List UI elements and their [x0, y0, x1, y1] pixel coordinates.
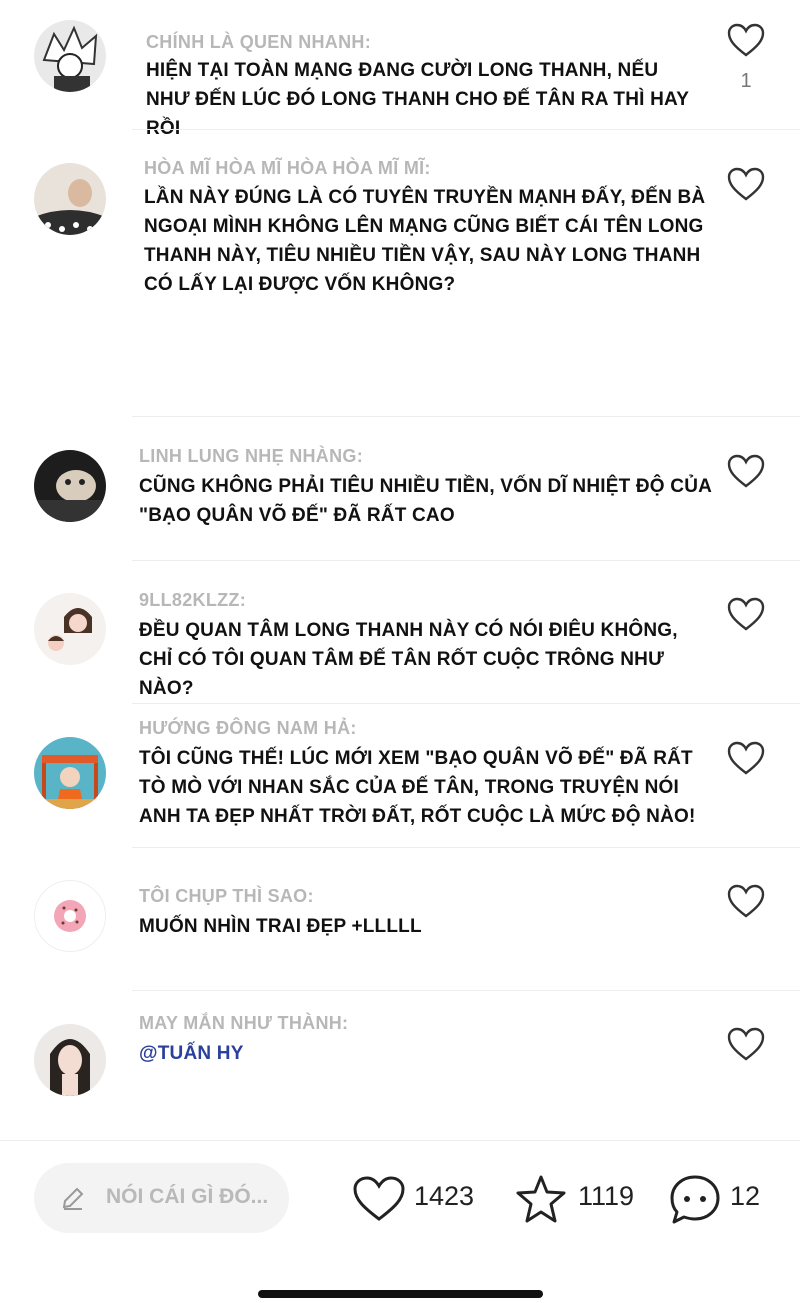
- comment-stat-button[interactable]: 12: [668, 1171, 768, 1227]
- favorite-stat-button[interactable]: 1119: [514, 1171, 644, 1227]
- comment-text: Tôi cũng thế! Lúc mới xem "Bạo Quân Võ Đ…: [139, 748, 696, 827]
- avatar[interactable]: [34, 880, 106, 952]
- avatar[interactable]: [34, 737, 106, 809]
- avatar[interactable]: [34, 20, 106, 92]
- divider: [132, 560, 800, 561]
- divider: [132, 847, 800, 848]
- comment-input-placeholder: Nói cái gì đó...: [106, 1185, 269, 1208]
- heart-icon[interactable]: [726, 453, 766, 489]
- like-count: 1423: [414, 1181, 475, 1211]
- comment-username[interactable]: Linh Lung Nhẹ Nhàng:: [139, 446, 363, 467]
- heart-icon[interactable]: [726, 740, 766, 776]
- comment-username[interactable]: Hướng Đông Nam Hả:: [139, 718, 357, 739]
- comment-input[interactable]: Nói cái gì đó...: [34, 1163, 289, 1233]
- comment-username[interactable]: 9ll82klzz:: [139, 590, 246, 611]
- like-count: 1: [740, 70, 752, 92]
- divider: [132, 129, 800, 130]
- star-icon: [514, 1173, 568, 1230]
- comment-text: Muốn nhìn trai đẹp +lllll: [139, 916, 422, 937]
- like-stat-button[interactable]: 1423: [352, 1171, 492, 1227]
- divider: [132, 990, 800, 991]
- heart-icon[interactable]: [726, 1026, 766, 1062]
- chat-bubble-icon: [668, 1173, 722, 1230]
- avatar[interactable]: [34, 450, 106, 522]
- comment-username[interactable]: May mắn như thành:: [139, 1013, 348, 1034]
- bottom-action-bar: Nói cái gì đó... 1423 1119 12: [0, 1140, 800, 1303]
- comment-username[interactable]: Tôi chụp thì sao:: [139, 886, 314, 907]
- heart-icon[interactable]: [726, 166, 766, 202]
- heart-icon[interactable]: [726, 22, 766, 58]
- comment-count: 12: [730, 1181, 761, 1211]
- divider: [132, 416, 800, 417]
- avatar[interactable]: [34, 163, 106, 235]
- pencil-icon: [60, 1185, 86, 1216]
- comment-text: Cũng không phải tiêu nhiều tiền, vốn dĩ …: [139, 476, 712, 526]
- avatar[interactable]: [34, 1024, 106, 1096]
- heart-icon[interactable]: [726, 596, 766, 632]
- avatar[interactable]: [34, 593, 106, 665]
- heart-icon[interactable]: [726, 883, 766, 919]
- user-mention-link[interactable]: @Tuấn Hy: [139, 1043, 244, 1064]
- comment-text: Đều quan tâm Long Thanh này có nói điêu …: [139, 620, 678, 699]
- heart-icon: [352, 1175, 406, 1228]
- comment-username[interactable]: Chính là quen nhanh:: [146, 32, 371, 53]
- home-indicator[interactable]: [258, 1290, 543, 1298]
- comment-text: Lần này đúng là có tuyên truyền mạnh đấy…: [144, 187, 706, 295]
- divider: [132, 703, 800, 704]
- comment-text: @Tuấn Hy: [139, 1039, 714, 1068]
- favorite-count: 1119: [578, 1181, 635, 1211]
- comment-username[interactable]: Hòa Mĩ Hòa Mĩ Hòa Hòa Mĩ Mĩ:: [144, 158, 431, 179]
